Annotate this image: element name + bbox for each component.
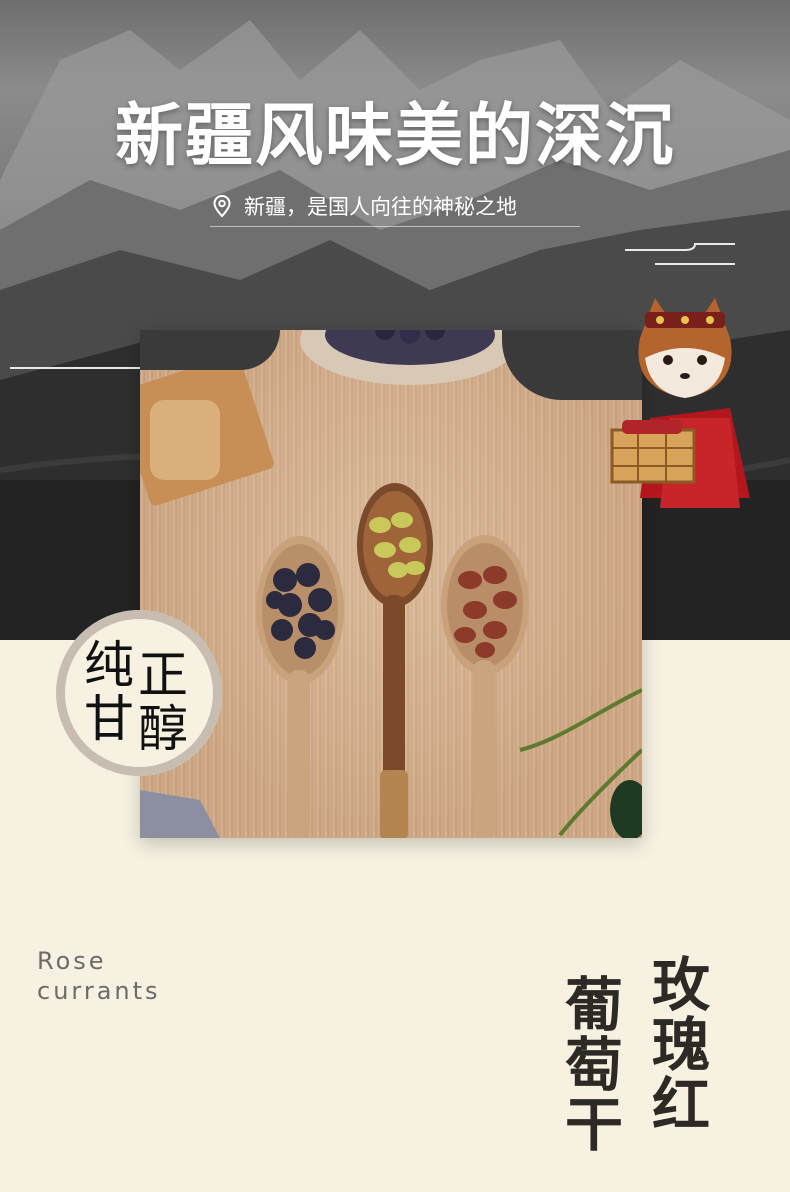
seal-char-1: 纯 bbox=[84, 636, 134, 694]
seal-char-4: 醇 bbox=[138, 700, 188, 758]
product-name-col-1: 玫 瑰 红 bbox=[650, 955, 712, 1135]
english-name-line1: Rose bbox=[37, 947, 107, 975]
cloud-streak-right bbox=[625, 243, 735, 265]
photo-notch-left bbox=[140, 330, 280, 370]
seal-char-2: 正 bbox=[138, 646, 188, 704]
seal-badge: 纯 正 甘 醇 bbox=[56, 610, 222, 776]
seal-char-3: 甘 bbox=[84, 690, 134, 748]
product-photo bbox=[140, 330, 642, 838]
location-pin-icon bbox=[213, 194, 231, 218]
product-name-char: 干 bbox=[564, 1091, 623, 1159]
spoons-illustration bbox=[140, 330, 642, 838]
product-name-col-2: 葡 萄 干 bbox=[563, 975, 625, 1155]
subtitle-text: 新疆，是国人向往的神秘之地 bbox=[244, 195, 517, 219]
fox-mascot bbox=[610, 298, 750, 508]
english-name: Rose currants bbox=[37, 946, 161, 1006]
product-name-char: 葡 bbox=[564, 971, 623, 1039]
product-name-char: 萄 bbox=[564, 1031, 623, 1099]
english-name-line2: currants bbox=[37, 977, 161, 1005]
product-name-char: 红 bbox=[651, 1071, 710, 1139]
product-name-char: 玫 bbox=[651, 951, 710, 1019]
subtitle-bar: 新疆，是国人向往的神秘之地 bbox=[210, 186, 580, 227]
product-name-char: 瑰 bbox=[651, 1011, 710, 1079]
page-title: 新疆风味美的深沉 bbox=[114, 96, 675, 176]
